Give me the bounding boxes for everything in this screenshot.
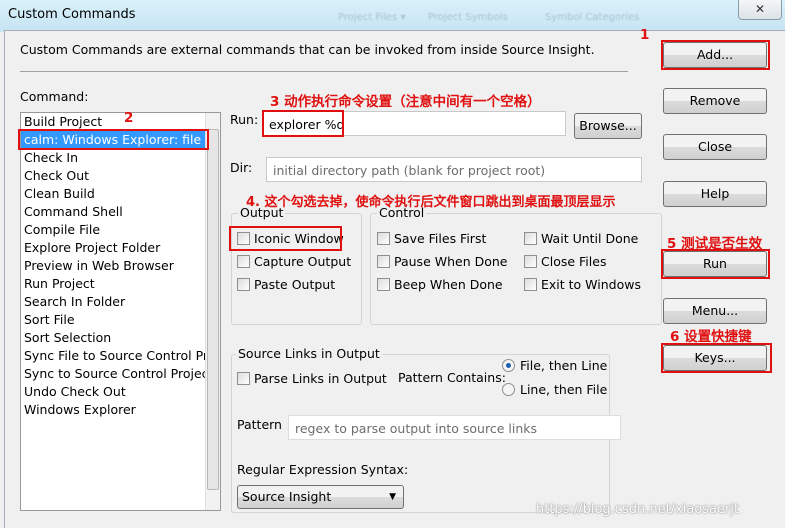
checkbox-box (377, 255, 390, 268)
list-item[interactable]: Sync to Source Control Project (21, 365, 220, 383)
highlight-box (262, 110, 344, 137)
background-tab: Symbol Categories (545, 12, 640, 23)
syntax-label: Regular Expression Syntax: (237, 462, 409, 477)
source-links-label: Source Links in Output (236, 346, 382, 361)
background-tab: Project Files ▾ (338, 12, 406, 23)
parse-links-checkbox[interactable]: Parse Links in Output (237, 371, 387, 386)
highlight-box (661, 249, 770, 279)
checkbox-label: Exit to Windows (541, 277, 641, 292)
list-item[interactable]: Sort Selection (21, 329, 220, 347)
chevron-down-icon: ▼ (389, 492, 396, 502)
checkbox-label: Save Files First (394, 231, 487, 246)
checkbox-label: Capture Output (254, 254, 352, 269)
close-button[interactable]: Close (663, 134, 767, 160)
list-item[interactable]: Undo Check Out (21, 383, 220, 401)
dir-label: Dir: (230, 160, 253, 175)
highlight-box (18, 129, 209, 150)
control-checkbox[interactable]: Beep When Done (377, 277, 503, 292)
highlight-box (661, 343, 772, 373)
syntax-select[interactable]: Source Insight ▼ (237, 485, 404, 509)
list-item[interactable]: Check Out (21, 167, 220, 185)
remove-button[interactable]: Remove (663, 88, 767, 114)
checkbox-box (377, 278, 390, 291)
close-icon: ✕ (754, 2, 766, 16)
radio-line-then-file[interactable]: Line, then File (502, 382, 607, 397)
pattern-label: Pattern (237, 417, 282, 432)
annotation-3: 3 动作执行命令设置（注意中间有一个空格） (270, 94, 541, 110)
checkbox-box (237, 372, 250, 385)
control-checkbox[interactable]: Wait Until Done (524, 231, 638, 246)
browse-button[interactable]: Browse... (574, 113, 642, 139)
list-item[interactable]: Sort File (21, 311, 220, 329)
output-checkbox[interactable]: Paste Output (237, 277, 335, 292)
annotation-4: 4. 这个勾选去掉，使命令执行后文件窗口跳出到桌面最顶层显示 (246, 195, 616, 210)
checkbox-box (237, 255, 250, 268)
window-title: Custom Commands (8, 7, 136, 22)
checkbox-label: Paste Output (254, 277, 336, 292)
highlight-box (229, 226, 342, 251)
description: Custom Commands are external commands th… (20, 42, 595, 57)
background-tab: Project Symbols (428, 12, 508, 23)
radio-label: Line, then File (520, 382, 608, 397)
checkbox-label: Beep When Done (394, 277, 503, 292)
list-item[interactable]: Command Shell (21, 203, 220, 221)
checkbox-label: Parse Links in Output (254, 371, 387, 386)
control-checkbox[interactable]: Close Files (524, 254, 606, 269)
radio-icon (502, 359, 515, 372)
radio-label: File, then Line (520, 358, 608, 373)
annotation-5: 5 测试是否生效 (667, 236, 763, 252)
checkbox-box (377, 232, 390, 245)
menu-button[interactable]: Menu... (663, 298, 767, 324)
annotation-6: 6 设置快捷键 (670, 329, 752, 345)
list-item[interactable]: Search In Folder (21, 293, 220, 311)
checkbox-label: Wait Until Done (541, 231, 639, 246)
control-checkbox[interactable]: Exit to Windows (524, 277, 641, 292)
list-item[interactable]: Preview in Web Browser (21, 257, 220, 275)
control-checkbox[interactable]: Pause When Done (377, 254, 508, 269)
run-label: Run: (230, 112, 259, 127)
syntax-value: Source Insight (242, 489, 332, 504)
annotation-2: 2 (124, 110, 134, 126)
checkbox-box (524, 278, 537, 291)
command-label: Command: (20, 89, 89, 104)
watermark: https://blog.csdn.net/xiaosaerjt (536, 502, 740, 517)
checkbox-box (524, 255, 537, 268)
control-group: Control (370, 205, 662, 325)
checkbox-box (237, 278, 250, 291)
command-list[interactable]: Build Project calm: Windows Explorer: fil… (20, 112, 221, 511)
scrollbar-thumb[interactable] (207, 129, 219, 490)
close-window-button[interactable]: ✕ (738, 0, 782, 20)
separator (20, 71, 628, 72)
help-button[interactable]: Help (663, 181, 767, 207)
control-checkbox[interactable]: Save Files First (377, 231, 486, 246)
checkbox-label: Close Files (541, 254, 607, 269)
radio-icon (502, 383, 515, 396)
list-item[interactable]: Run Project (21, 275, 220, 293)
list-item[interactable]: Explore Project Folder (21, 239, 220, 257)
highlight-box (661, 40, 770, 70)
pattern-contains-label: Pattern Contains: (398, 370, 506, 385)
dir-input[interactable]: initial directory path (blank for projec… (266, 157, 642, 182)
checkbox-box (524, 232, 537, 245)
pattern-input[interactable]: regex to parse output into source links (288, 415, 621, 440)
list-item[interactable]: Compile File (21, 221, 220, 239)
radio-file-then-line[interactable]: File, then Line (502, 358, 607, 373)
list-item[interactable]: Sync File to Source Control Project (21, 347, 220, 365)
list-item[interactable]: Windows Explorer (21, 401, 220, 419)
checkbox-label: Pause When Done (394, 254, 508, 269)
list-item[interactable]: Check In (21, 149, 220, 167)
annotation-1: 1 (640, 27, 650, 43)
list-item[interactable]: Clean Build (21, 185, 220, 203)
output-checkbox[interactable]: Capture Output (237, 254, 351, 269)
